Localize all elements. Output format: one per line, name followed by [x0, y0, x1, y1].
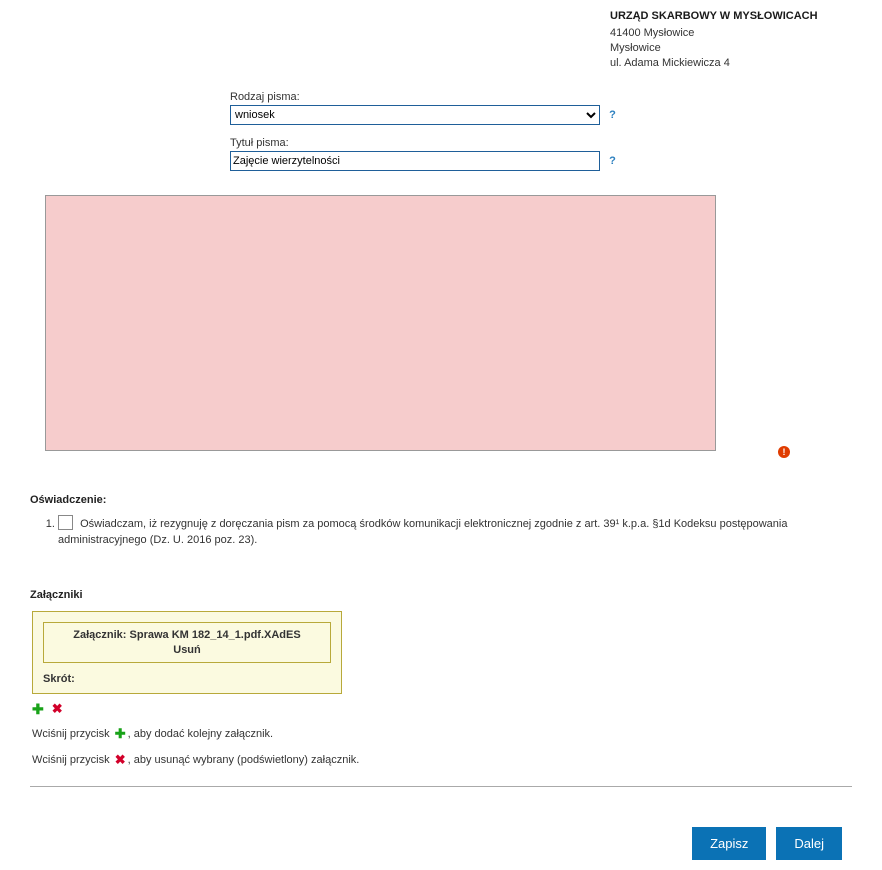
attachment-hash-label: Skrót: [43, 673, 75, 685]
attachments-block: Załącznik: Sprawa KM 182_14_1.pdf.XAdES … [32, 611, 852, 768]
add-hint-pre: Wciśnij przycisk [32, 727, 110, 739]
rodzaj-pisma-field: Rodzaj pisma: wniosek ? [230, 91, 852, 125]
attachment-filename: Załącznik: Sprawa KM 182_14_1.pdf.XAdES [73, 629, 300, 641]
recipient-title: URZĄD SKARBOWY W MYSŁOWICACH [610, 10, 852, 22]
help-icon[interactable]: ? [606, 154, 619, 167]
x-icon: ✖ [115, 752, 126, 768]
add-hint-post: , aby dodać kolejny załącznik. [128, 727, 274, 739]
add-hint: Wciśnij przycisk ✚, aby dodać kolejny za… [32, 726, 852, 742]
tytul-pisma-input[interactable] [230, 151, 600, 171]
next-button[interactable]: Dalej [776, 827, 842, 860]
add-attachment-icon[interactable]: ✚ [32, 702, 44, 716]
rodzaj-pisma-select[interactable]: wniosek [230, 105, 600, 125]
save-button[interactable]: Zapisz [692, 827, 766, 860]
recipient-line1: 41400 Mysłowice [610, 26, 852, 41]
del-hint: Wciśnij przycisk ✖, aby usunąć wybrany (… [32, 752, 852, 768]
attachment-actions: ✚ ✖ [32, 702, 852, 716]
oswiadczenie-list: Oświadczam, iż rezygnuję z doręczania pi… [30, 516, 852, 549]
attachment-delete-link[interactable]: Usuń [50, 644, 324, 656]
button-bar: Zapisz Dalej [30, 827, 852, 860]
oswiadczenie-heading: Oświadczenie: [30, 494, 852, 506]
oswiadczenie-checkbox[interactable] [58, 515, 73, 530]
recipient-block: URZĄD SKARBOWY W MYSŁOWICACH 41400 Mysło… [610, 10, 852, 71]
tytul-pisma-field: Tytuł pisma: ? [230, 137, 852, 171]
plus-icon: ✚ [115, 726, 126, 742]
attachment-item[interactable]: Załącznik: Sprawa KM 182_14_1.pdf.XAdES … [43, 622, 331, 663]
help-icon[interactable]: ? [606, 108, 619, 121]
oswiadczenie-text: Oświadczam, iż rezygnuję z doręczania pi… [58, 518, 787, 547]
separator [30, 786, 852, 787]
recipient-line2: Mysłowice [610, 41, 852, 56]
error-icon: ! [778, 446, 790, 458]
remove-attachment-icon[interactable]: ✖ [52, 702, 63, 715]
del-hint-pre: Wciśnij przycisk [32, 753, 110, 765]
del-hint-post: , aby usunąć wybrany (podświetlony) załą… [128, 753, 360, 765]
zalaczniki-heading: Załączniki [30, 589, 852, 601]
tytul-pisma-label: Tytuł pisma: [230, 137, 852, 149]
recipient-line3: ul. Adama Mickiewicza 4 [610, 56, 852, 71]
oswiadczenie-item: Oświadczam, iż rezygnuję z doręczania pi… [58, 516, 852, 549]
attachment-box: Załącznik: Sprawa KM 182_14_1.pdf.XAdES … [32, 611, 342, 694]
content-editor[interactable] [45, 195, 716, 451]
content-editor-wrap: ! [30, 195, 852, 454]
rodzaj-pisma-label: Rodzaj pisma: [230, 91, 852, 103]
